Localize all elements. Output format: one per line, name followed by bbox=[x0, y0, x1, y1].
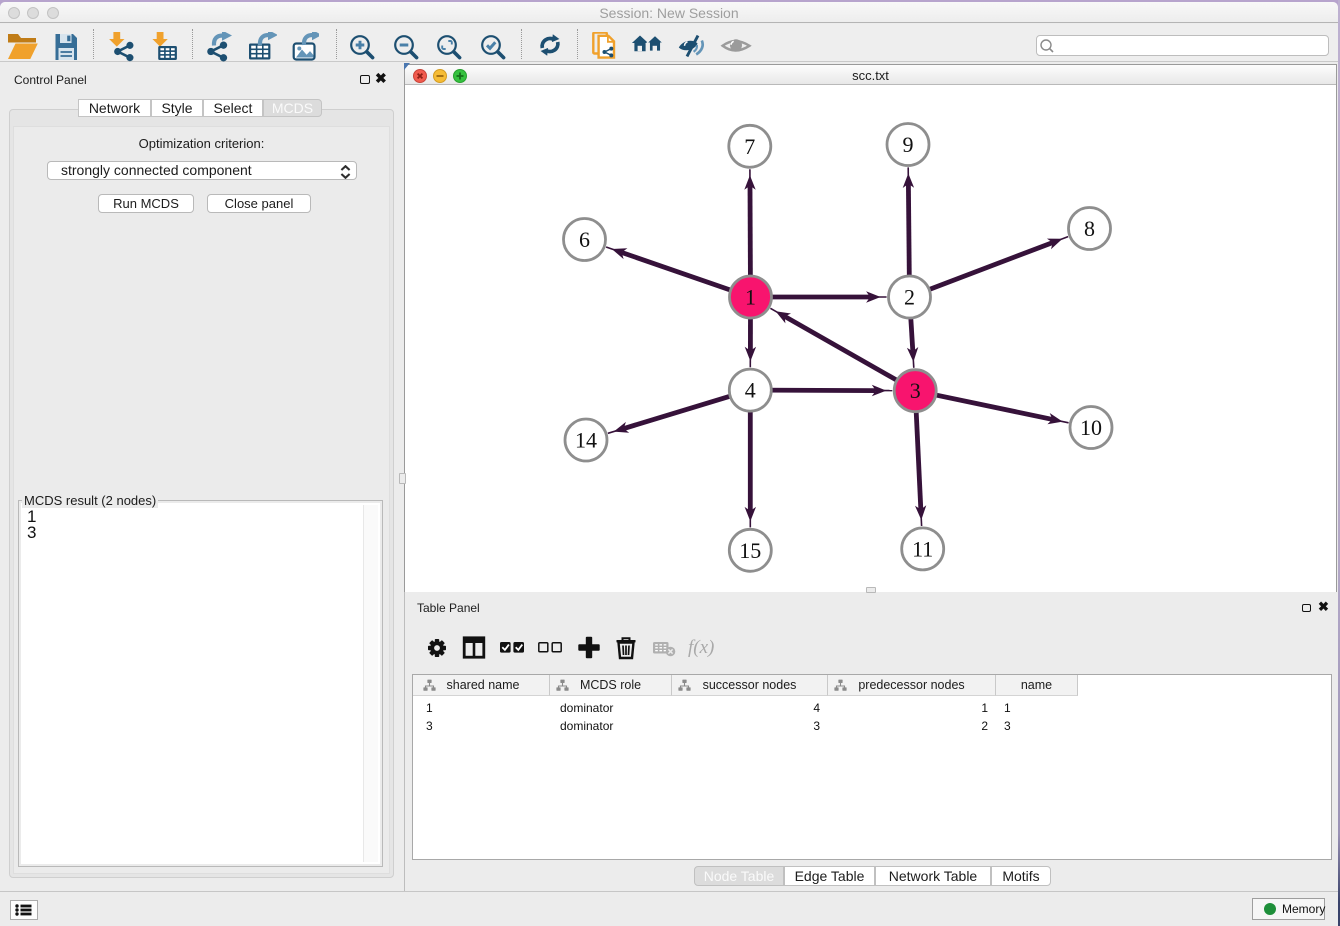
svg-text:1: 1 bbox=[745, 285, 756, 310]
svg-text:14: 14 bbox=[575, 428, 597, 453]
svg-text:10: 10 bbox=[1080, 415, 1102, 440]
svg-text:15: 15 bbox=[739, 538, 761, 563]
svg-text:9: 9 bbox=[903, 132, 914, 157]
svg-text:4: 4 bbox=[745, 378, 756, 403]
svg-text:2: 2 bbox=[904, 285, 915, 310]
svg-text:11: 11 bbox=[912, 536, 933, 561]
svg-text:8: 8 bbox=[1084, 216, 1095, 241]
svg-text:7: 7 bbox=[744, 134, 755, 159]
svg-text:3: 3 bbox=[910, 378, 921, 403]
svg-text:6: 6 bbox=[579, 227, 590, 252]
